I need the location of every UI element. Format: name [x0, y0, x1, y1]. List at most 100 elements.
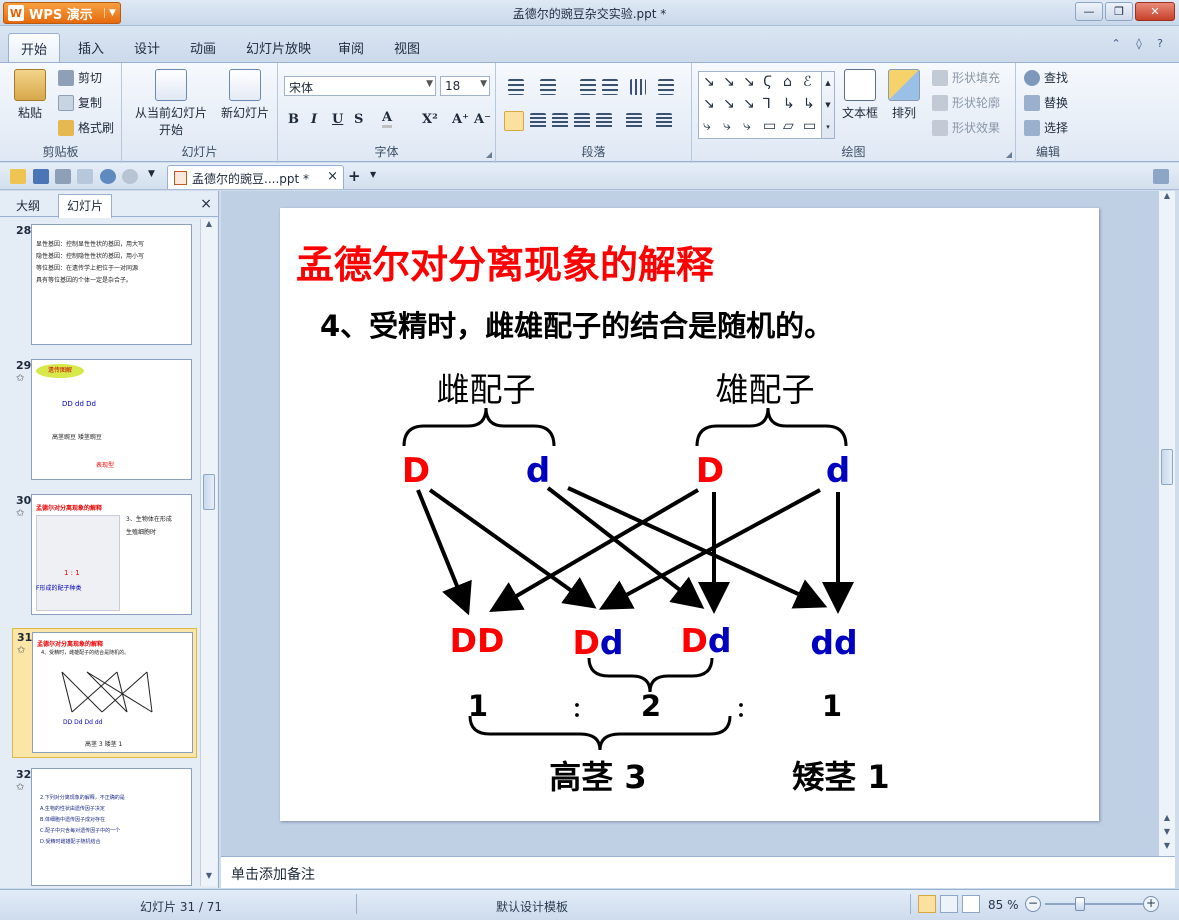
shape-fill-button[interactable]: 形状填充 [932, 69, 1000, 86]
scroll-thumb[interactable] [1161, 449, 1173, 485]
tab-outline[interactable]: 大纲 [8, 195, 48, 216]
document-tab[interactable]: 孟德尔的豌豆....ppt * × [167, 165, 344, 189]
font-color-button[interactable]: A [382, 110, 393, 128]
shape-effects-button[interactable]: 形状效果 [932, 119, 1000, 136]
bold-button[interactable]: B [288, 112, 299, 127]
phenotype-brace [468, 715, 732, 751]
slideshow-view-icon[interactable] [962, 895, 980, 913]
scroll-thumb[interactable] [203, 474, 215, 510]
minimize-button[interactable]: — [1075, 2, 1103, 21]
layout-toggle-icon[interactable] [1153, 169, 1169, 184]
slide-thumbnail-32[interactable]: 32 ✩ 2.下列对分离现象的解释，不正确的是 A.生物的性状由遗传因子决定 B… [0, 768, 201, 892]
slides-panel: 大纲 幻灯片 × 28 显性基因：控制显性性状的基因，用大写 隐性基因：控制隐性… [0, 191, 219, 888]
align-center-icon[interactable] [530, 113, 546, 129]
scroll-up-icon[interactable]: ▲ [201, 219, 217, 233]
scroll-down-icon[interactable]: ▼ [1159, 841, 1175, 855]
previous-slide-icon[interactable]: ▲ [1159, 813, 1175, 827]
print-icon[interactable] [55, 169, 71, 184]
notes-pane[interactable]: 单击添加备注 [221, 856, 1175, 888]
panel-scrollbar[interactable]: ▲ ▼ [200, 219, 217, 886]
numbering-icon[interactable] [540, 79, 556, 95]
align-right-icon[interactable] [552, 113, 568, 129]
superscript-button[interactable]: X² [422, 112, 438, 127]
slide-thumbnail-30[interactable]: 30 ✩ 孟德尔对分离现象的解释 3、生物体在形成 生殖细胞时 F形成的配子种类… [0, 494, 201, 618]
close-tab-button[interactable]: × [327, 169, 338, 184]
increase-indent-icon[interactable] [602, 79, 618, 95]
shapes-gallery-scroll[interactable]: ▲ ▼ ▾ [821, 71, 835, 139]
tab-slides[interactable]: 幻灯片 [58, 194, 113, 218]
restore-button[interactable]: ❐ [1105, 2, 1133, 21]
slide-thumbnail-29[interactable]: 29 ✩ 遗传图解 DD dd Dd 高茎豌豆 矮茎豌豆 表现型 [0, 359, 201, 483]
zoom-slider[interactable] [1045, 903, 1143, 905]
dialog-launcher-icon[interactable]: ◢ [486, 150, 492, 159]
cross-arrows [416, 486, 854, 616]
format-painter-button[interactable]: 格式刷 [58, 119, 114, 136]
chevron-down-icon[interactable]: ▼ [370, 170, 376, 179]
close-window-button[interactable]: ✕ [1135, 2, 1175, 21]
font-name-select[interactable]: 宋体 ▼ [284, 76, 436, 96]
underline-button[interactable]: U [332, 112, 343, 127]
help-icons[interactable]: ⌃ ◊ ? [1112, 37, 1169, 50]
save-icon[interactable] [33, 169, 49, 184]
tab-home[interactable]: 开始 [8, 33, 61, 62]
play-from-current-button[interactable]: 从当前幻灯片 开始 [128, 69, 214, 138]
find-button[interactable]: 查找 [1024, 69, 1068, 86]
copy-button[interactable]: 复制 [58, 94, 102, 111]
shrink-font-button[interactable]: A⁻ [474, 112, 491, 127]
tab-review[interactable]: 审阅 [328, 36, 374, 59]
female-gamete-D: D [402, 451, 430, 491]
offspring-Dd-1: Dd [572, 623, 623, 662]
zoom-out-icon[interactable]: − [1025, 896, 1041, 912]
design-template: 默认设计模板 [496, 900, 569, 914]
align-left-icon[interactable] [504, 111, 524, 131]
close-panel-button[interactable]: × [200, 196, 212, 212]
tab-slideshow[interactable]: 幻灯片放映 [236, 36, 321, 59]
paragraph-spacing-icon[interactable] [656, 113, 672, 129]
open-folder-icon[interactable] [10, 169, 26, 184]
scroll-up-icon[interactable]: ▲ [1159, 191, 1175, 205]
print-preview-icon[interactable] [77, 169, 93, 184]
italic-button[interactable]: I [311, 112, 317, 127]
slide-point: 4、受精时，雌雄配子的结合是随机的。 [320, 309, 833, 343]
scroll-down-icon[interactable]: ▼ [201, 871, 217, 885]
new-slide-button[interactable]: 新幻灯片 [218, 69, 272, 121]
select-button[interactable]: 选择 [1024, 119, 1068, 136]
bullets-icon[interactable] [508, 79, 524, 95]
canvas-scrollbar[interactable]: ▲ ▲ ▼ ▼ [1158, 191, 1175, 856]
distribute-icon[interactable] [596, 113, 612, 129]
zoom-slider-handle[interactable] [1075, 897, 1085, 911]
grow-font-button[interactable]: A⁺ [452, 112, 469, 127]
zoom-in-icon[interactable]: + [1143, 896, 1159, 912]
replace-button[interactable]: 替换 [1024, 94, 1068, 111]
tab-insert[interactable]: 插入 [68, 36, 114, 59]
arrange-button[interactable]: 排列 [886, 69, 922, 121]
current-slide[interactable]: 孟德尔对分离现象的解释 4、受精时，雌雄配子的结合是随机的。 雌配子 雄配子 D… [280, 208, 1099, 821]
text-direction-icon[interactable] [630, 79, 646, 95]
sorter-view-icon[interactable] [940, 895, 958, 913]
shape-outline-button[interactable]: 形状轮廓 [932, 94, 1000, 111]
allele: D [572, 623, 599, 662]
tab-design[interactable]: 设计 [124, 36, 170, 59]
thumb-line: 1 : 1 [64, 569, 80, 577]
align-text-icon[interactable] [658, 79, 674, 95]
line-spacing-icon[interactable] [626, 113, 642, 129]
tab-view[interactable]: 视图 [384, 36, 430, 59]
normal-view-icon[interactable] [918, 895, 936, 913]
slide-thumbnail-31-selected[interactable]: 31 ✩ 孟德尔对分离现象的解释 4、受精时，雌雄配子的结合是随机的。 DD D… [12, 628, 197, 758]
shapes-gallery[interactable]: ↘ ↘ ↘ Ϛ ⌂ ℰ ↘ ↘ ↘ ⅂ ↳ ↳ ⤷ ⤷ ⤷ ▭ ▱ ▭ [698, 71, 824, 139]
textbox-button[interactable]: 文本框 [840, 69, 880, 121]
justify-icon[interactable] [574, 113, 590, 129]
customize-toolbar-icon[interactable]: ▼ [148, 169, 164, 184]
font-size-select[interactable]: 18 ▼ [440, 76, 490, 96]
decrease-indent-icon[interactable] [580, 79, 596, 95]
undo-icon[interactable] [100, 169, 116, 184]
cut-button[interactable]: 剪切 [58, 69, 102, 86]
shadow-button[interactable]: S [354, 112, 363, 127]
slide-thumbnail-28[interactable]: 28 显性基因：控制显性性状的基因，用大写 隐性基因：控制隐性性状的基因，用小写… [0, 224, 201, 348]
tab-animation[interactable]: 动画 [180, 36, 226, 59]
next-slide-icon[interactable]: ▼ [1159, 827, 1175, 841]
new-tab-button[interactable]: + [348, 167, 361, 185]
dialog-launcher-icon[interactable]: ◢ [1006, 150, 1012, 159]
paste-button[interactable]: 粘贴 [10, 69, 50, 121]
redo-icon[interactable] [122, 169, 138, 184]
